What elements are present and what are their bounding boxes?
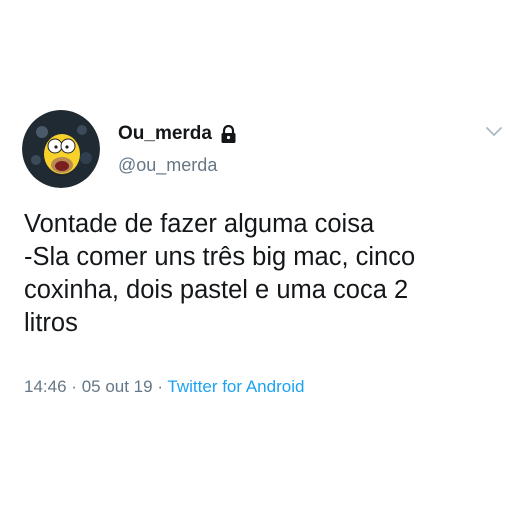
tweet-text-line: coxinha, dois pastel e uma coca 2 [24,276,409,304]
user-handle[interactable]: @ou_merda [118,155,217,176]
avatar[interactable] [22,110,100,188]
tweet-text-line: Vontade de fazer alguma coisa [24,210,375,238]
tweet-text-line: -Sla comer uns três big mac, cinco [24,243,416,271]
tweet-text: Vontade de fazer alguma coisa -Sla comer… [24,208,504,340]
lock-icon [220,124,237,144]
tweet-date[interactable]: 05 out 19 [82,377,153,396]
display-name-row: Ou_merda [118,121,237,147]
avatar-image [22,110,100,188]
tweet-text-line: litros [24,309,78,337]
display-name[interactable]: Ou_merda [118,123,212,145]
tweet-time[interactable]: 14:46 [24,377,67,396]
chevron-down-icon[interactable] [484,122,504,140]
tweet-card: Ou_merda @ou_merda Vontade de fazer algu… [0,0,512,512]
meta-separator: · [157,377,163,396]
tweet-metadata: 14:46 · 05 out 19 · Twitter for Android [24,377,304,397]
tweet-source-link[interactable]: Twitter for Android [167,377,304,396]
meta-separator: · [71,377,77,396]
